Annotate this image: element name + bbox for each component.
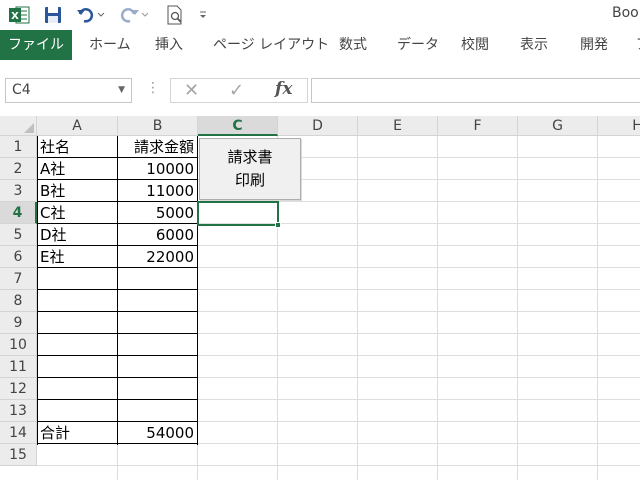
- tab-formulas[interactable]: 数式: [339, 30, 367, 60]
- cell-a1[interactable]: 社名: [38, 136, 117, 158]
- cell-b6[interactable]: 22000: [118, 246, 197, 268]
- cell-b14[interactable]: 54000: [118, 422, 197, 444]
- row-header-10[interactable]: 10: [0, 334, 37, 356]
- invoice-print-button[interactable]: 請求書 印刷: [199, 138, 301, 200]
- tab-addins[interactable]: ア: [636, 30, 640, 60]
- cell-b1[interactable]: 請求金額: [118, 136, 197, 158]
- cell-b3[interactable]: 11000: [118, 180, 197, 202]
- table-border: [37, 399, 198, 400]
- tab-insert[interactable]: 挿入: [155, 30, 183, 60]
- gridline: [357, 136, 358, 480]
- row-header-7[interactable]: 7: [0, 268, 37, 290]
- cell-a3[interactable]: B社: [38, 180, 117, 202]
- col-header-h[interactable]: H: [598, 116, 640, 136]
- tab-data[interactable]: データ: [397, 30, 439, 60]
- fill-handle[interactable]: [275, 222, 281, 228]
- svg-text:X: X: [11, 11, 19, 22]
- gridline: [437, 136, 438, 480]
- cell-a2[interactable]: A社: [38, 158, 117, 180]
- col-header-b[interactable]: B: [118, 116, 198, 136]
- print-preview-icon[interactable]: [162, 0, 188, 30]
- col-header-g[interactable]: G: [518, 116, 598, 136]
- cell-b5[interactable]: 6000: [118, 224, 197, 246]
- save-icon[interactable]: [40, 0, 66, 30]
- table-border: [37, 377, 198, 378]
- customize-qat-icon[interactable]: [196, 0, 210, 30]
- cancel-icon[interactable]: ✕: [184, 80, 199, 101]
- select-all-corner[interactable]: [0, 116, 37, 136]
- cell-a6[interactable]: E社: [38, 246, 117, 268]
- row-header-5[interactable]: 5: [0, 224, 37, 246]
- col-header-c[interactable]: C: [198, 116, 278, 136]
- row-header-12[interactable]: 12: [0, 378, 37, 400]
- table-border: [37, 289, 198, 290]
- tab-review[interactable]: 校閲: [461, 30, 489, 60]
- col-header-a[interactable]: A: [37, 116, 118, 136]
- table-border: [37, 355, 198, 356]
- table-border: [37, 311, 198, 312]
- formula-buttons: ✕ ✓ fx: [170, 78, 308, 103]
- formula-input[interactable]: [311, 78, 640, 103]
- row-header-8[interactable]: 8: [0, 290, 37, 312]
- spreadsheet-grid[interactable]: A B C D E F G H 1 2 3 4 5 6 7 8 9 10 11 …: [0, 116, 640, 480]
- ribbon-tabs: ファイル ホーム 挿入 ページ レイアウト 数式 データ 校閲 表示 開発 ア: [0, 30, 640, 60]
- cell-b2[interactable]: 10000: [118, 158, 197, 180]
- formula-bar: C4 ▼ ⋮ ✕ ✓ fx: [0, 60, 640, 116]
- cell-a4[interactable]: C社: [38, 202, 117, 224]
- gridline: [517, 136, 518, 480]
- quick-access-toolbar: X Boo: [0, 0, 640, 30]
- tab-view[interactable]: 表示: [520, 30, 548, 60]
- excel-icon[interactable]: X: [6, 0, 32, 30]
- row-header-11[interactable]: 11: [0, 356, 37, 378]
- chevron-down-icon[interactable]: ▼: [118, 79, 125, 102]
- row-header-4[interactable]: 4: [0, 202, 37, 224]
- window-title: Boo: [612, 5, 639, 21]
- tab-file[interactable]: ファイル: [0, 30, 72, 60]
- gridline: [597, 136, 598, 480]
- print-button-line1: 請求書: [227, 148, 273, 166]
- table-border: [37, 333, 198, 334]
- redo-icon[interactable]: [116, 0, 150, 30]
- row-header-15[interactable]: 15: [0, 444, 37, 466]
- formula-bar-grip[interactable]: ⋮: [146, 80, 160, 96]
- tab-home[interactable]: ホーム: [89, 30, 131, 60]
- row-header-6[interactable]: 6: [0, 246, 37, 268]
- col-header-d[interactable]: D: [278, 116, 358, 136]
- active-cell-c4[interactable]: [197, 201, 279, 226]
- undo-icon[interactable]: [74, 0, 108, 30]
- row-header-9[interactable]: 9: [0, 312, 37, 334]
- row-header-2[interactable]: 2: [0, 158, 37, 180]
- row-header-13[interactable]: 13: [0, 400, 37, 422]
- tab-developer[interactable]: 開発: [580, 30, 608, 60]
- row-header-1[interactable]: 1: [0, 136, 37, 158]
- row-header-3[interactable]: 3: [0, 180, 37, 202]
- cell-a5[interactable]: D社: [38, 224, 117, 246]
- print-button-line2: 印刷: [234, 171, 265, 189]
- gridline: [37, 465, 640, 466]
- col-header-f[interactable]: F: [438, 116, 518, 136]
- cell-a14[interactable]: 合計: [38, 422, 117, 444]
- name-box[interactable]: C4 ▼: [5, 78, 132, 103]
- enter-icon[interactable]: ✓: [229, 80, 244, 101]
- cell-b4[interactable]: 5000: [118, 202, 197, 224]
- insert-function-icon[interactable]: fx: [275, 79, 292, 99]
- col-header-e[interactable]: E: [358, 116, 438, 136]
- name-box-value: C4: [12, 82, 31, 98]
- tab-page-layout[interactable]: ページ レイアウト: [213, 30, 329, 60]
- row-header-14[interactable]: 14: [0, 422, 37, 444]
